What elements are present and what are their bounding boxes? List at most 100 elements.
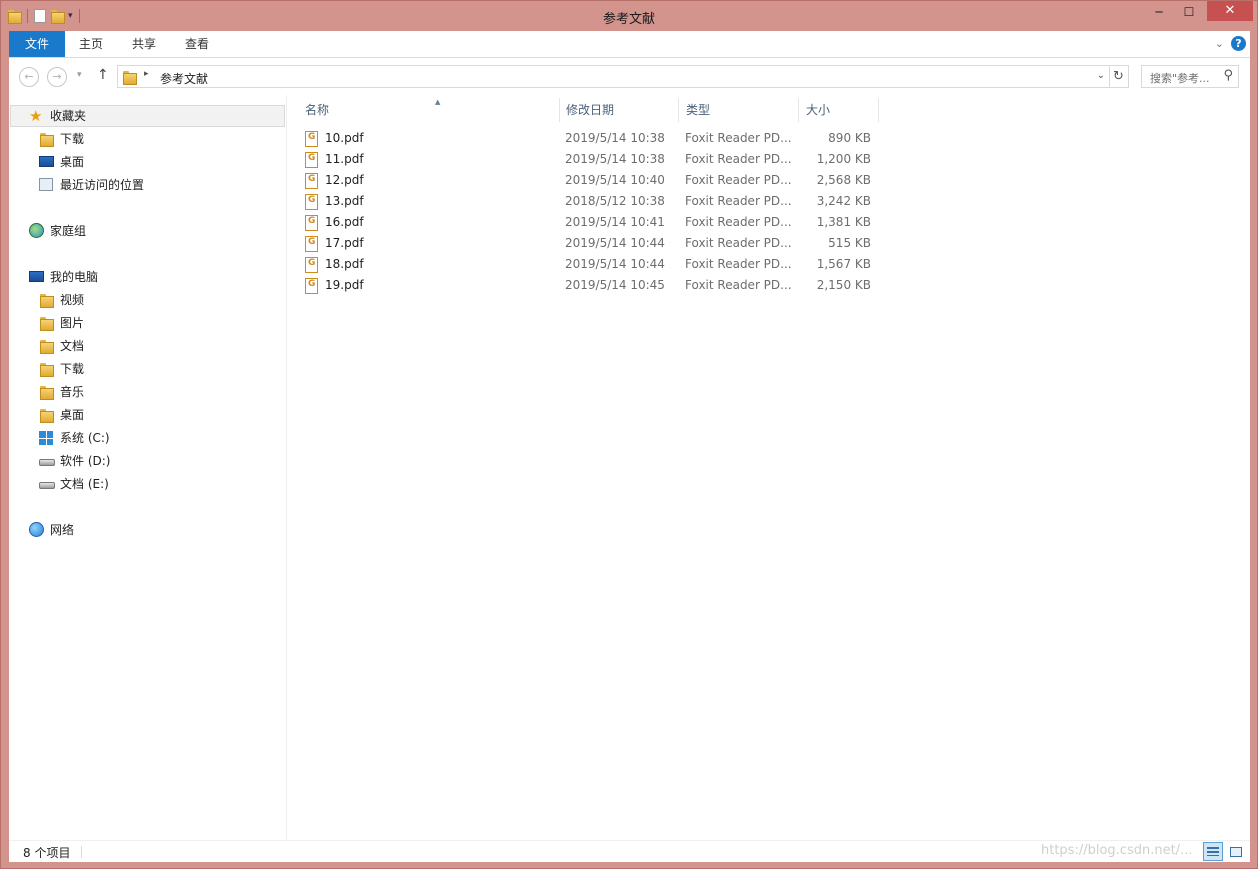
- navigation-pane[interactable]: ★ 收藏夹 下载 桌面 最近访问的位置 家庭组 我的电脑 视频 图片 文档 下载…: [9, 95, 287, 840]
- tab-file[interactable]: 文件: [9, 31, 65, 57]
- file-date: 2019/5/14 10:38: [565, 152, 665, 166]
- column-label: 类型: [686, 103, 711, 117]
- search-input[interactable]: 搜索"参考... ⚲: [1141, 65, 1239, 88]
- help-icon[interactable]: ?: [1231, 36, 1246, 51]
- pdf-file-icon: [305, 215, 318, 231]
- documents-folder-icon: [39, 339, 54, 354]
- tab-home[interactable]: 主页: [65, 31, 117, 57]
- tab-share[interactable]: 共享: [118, 31, 170, 57]
- computer-icon: [29, 271, 44, 282]
- videos-folder-icon: [39, 293, 54, 308]
- nav-label: 桌面: [60, 408, 85, 422]
- refresh-button[interactable]: ↻: [1109, 65, 1129, 88]
- column-header-size[interactable]: 大小: [799, 98, 879, 122]
- pdf-file-icon: [305, 236, 318, 252]
- nav-label: 收藏夹: [50, 109, 87, 123]
- nav-label: 图片: [60, 316, 85, 330]
- recent-places-icon: [39, 178, 53, 191]
- desktop-icon: [39, 156, 54, 167]
- nav-label: 软件 (D:): [60, 454, 111, 468]
- downloads-folder-icon: [39, 132, 54, 147]
- file-name: 11.pdf: [325, 152, 364, 166]
- pdf-file-icon: [305, 278, 318, 294]
- large-icons-view-button[interactable]: [1226, 842, 1246, 861]
- file-size: 515 KB: [828, 236, 871, 250]
- recent-locations-icon[interactable]: ▾: [77, 70, 82, 80]
- system-drive-icon: [39, 431, 53, 445]
- file-type: Foxit Reader PD...: [685, 215, 792, 229]
- ribbon-tabs: 文件 主页 共享 查看 ⌄ ?: [9, 31, 1250, 58]
- star-icon: ★: [29, 107, 43, 125]
- minimize-button[interactable]: ─: [1145, 1, 1173, 23]
- file-name: 10.pdf: [325, 131, 364, 145]
- file-size: 2,150 KB: [816, 278, 871, 292]
- file-type: Foxit Reader PD...: [685, 278, 792, 292]
- close-button[interactable]: ✕: [1207, 1, 1253, 21]
- file-type: Foxit Reader PD...: [685, 194, 792, 208]
- file-type: Foxit Reader PD...: [685, 257, 792, 271]
- sort-ascending-icon: ▲: [435, 98, 441, 106]
- file-type: Foxit Reader PD...: [685, 173, 792, 187]
- music-folder-icon: [39, 385, 54, 400]
- file-list[interactable]: 名称 ▲ 修改日期 类型 大小 10.pdf 2019/5/14 10:38 Fox…: [288, 95, 1250, 840]
- address-row: ← → ▾ ↑ ▸ 参考文献 ⌄ ↻ 搜索"参考... ⚲: [9, 58, 1250, 95]
- file-type: Foxit Reader PD...: [685, 131, 792, 145]
- file-name: 18.pdf: [325, 257, 364, 271]
- file-date: 2019/5/14 10:38: [565, 131, 665, 145]
- explorer-window: ▾ 参考文献 ─ ☐ ✕ 文件 主页 共享 查看 ⌄ ? ← → ▾ ↑ ▸ 参…: [0, 0, 1258, 869]
- nav-label: 系统 (C:): [60, 431, 110, 445]
- drive-icon: [39, 482, 55, 489]
- file-date: 2018/5/12 10:38: [565, 194, 665, 208]
- column-header-type[interactable]: 类型: [679, 98, 799, 122]
- file-type: Foxit Reader PD...: [685, 236, 792, 250]
- desktop-folder-icon: [39, 408, 54, 423]
- file-name: 12.pdf: [325, 173, 364, 187]
- up-button[interactable]: ↑: [97, 67, 109, 83]
- nav-label: 最近访问的位置: [60, 178, 145, 192]
- file-date: 2019/5/14 10:44: [565, 257, 665, 271]
- status-divider: [81, 846, 82, 858]
- nav-label: 下载: [60, 362, 85, 376]
- back-button[interactable]: ←: [19, 67, 39, 87]
- breadcrumb[interactable]: 参考文献: [160, 70, 208, 87]
- file-date: 2019/5/14 10:40: [565, 173, 665, 187]
- details-view-button[interactable]: [1203, 842, 1223, 861]
- file-size: 1,200 KB: [816, 152, 871, 166]
- file-size: 890 KB: [828, 131, 871, 145]
- pdf-file-icon: [305, 257, 318, 273]
- window-title: 参考文献: [602, 12, 655, 27]
- network-icon: [29, 522, 44, 537]
- address-bar[interactable]: ▸ 参考文献 ⌄: [117, 65, 1110, 88]
- pictures-folder-icon: [39, 316, 54, 331]
- item-count: 8 个项目: [23, 846, 71, 860]
- file-size: 3,242 KB: [816, 194, 871, 208]
- pdf-file-icon: [305, 173, 318, 189]
- search-placeholder: 搜索"参考...: [1150, 72, 1210, 85]
- nav-label: 音乐: [60, 385, 85, 399]
- breadcrumb-separator-icon[interactable]: ▸: [144, 69, 149, 79]
- file-name: 19.pdf: [325, 278, 364, 292]
- address-dropdown-icon[interactable]: ⌄: [1097, 70, 1105, 81]
- nav-label: 网络: [50, 523, 75, 537]
- file-type: Foxit Reader PD...: [685, 152, 792, 166]
- tab-view[interactable]: 查看: [171, 31, 223, 57]
- file-date: 2019/5/14 10:41: [565, 215, 665, 229]
- column-label: 修改日期: [566, 103, 615, 117]
- main-area: ★ 收藏夹 下载 桌面 最近访问的位置 家庭组 我的电脑 视频 图片 文档 下载…: [9, 95, 1250, 840]
- column-header-date[interactable]: 修改日期: [559, 98, 679, 122]
- file-name: 13.pdf: [325, 194, 364, 208]
- nav-label: 我的电脑: [50, 270, 99, 284]
- expand-ribbon-icon[interactable]: ⌄: [1215, 37, 1224, 50]
- search-icon[interactable]: ⚲: [1223, 68, 1233, 83]
- column-header-name[interactable]: 名称 ▲: [298, 98, 560, 122]
- maximize-button[interactable]: ☐: [1175, 1, 1203, 23]
- column-label: 大小: [806, 103, 831, 117]
- nav-label: 下载: [60, 132, 85, 146]
- watermark-text: https://blog.csdn.net/...: [1041, 843, 1193, 858]
- nav-label: 文档 (E:): [60, 477, 109, 491]
- column-label: 名称: [305, 103, 330, 117]
- nav-label: 文档: [60, 339, 85, 353]
- folder-icon: [122, 70, 137, 85]
- details-view-icon: [1207, 847, 1219, 856]
- forward-button[interactable]: →: [47, 67, 67, 87]
